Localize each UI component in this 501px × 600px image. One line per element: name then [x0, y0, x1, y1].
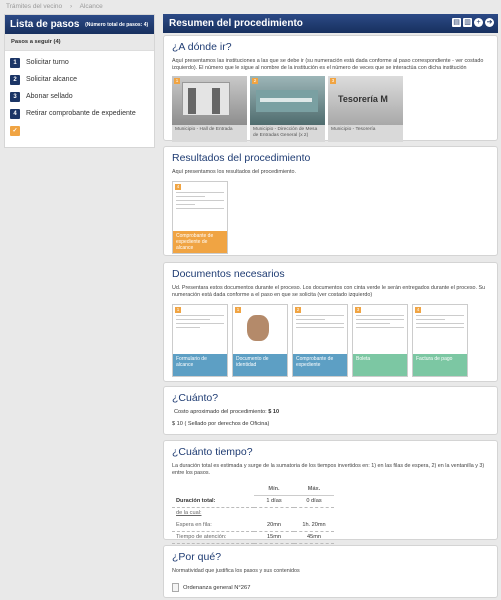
plus-icon[interactable]: + [474, 18, 483, 27]
place-card-2[interactable]: 2 Municipio - Dirección de Mesa de Entra… [250, 76, 325, 142]
where-to-go-section: ¿A dónde ir? Aquí presentamos las instit… [163, 35, 498, 142]
print-icon[interactable]: ▤ [452, 18, 461, 27]
document-icon [172, 583, 179, 592]
document-number: 1 [235, 307, 241, 313]
cost-total: Costo aproximado del procedimiento: $ 10 [174, 409, 489, 415]
summary-header: Resumen del procedimiento ▤ ▥ + ➔ [163, 14, 498, 33]
section-title: ¿Por qué? [172, 551, 222, 563]
breadcrumb-link-tramites[interactable]: Trámites del vecino [6, 3, 62, 10]
sidebar-title: Lista de pasos [10, 19, 80, 30]
cost-label: Costo aproximado del procedimiento: [174, 409, 267, 415]
cost-detail: $ 10 ( Sellado por derechos de Oficina) [172, 421, 270, 427]
document-caption: Documento de identidad [233, 354, 287, 376]
document-caption: Formulario de alcance [173, 354, 227, 376]
place-card-3[interactable]: Tesorería M 3 Municipio - Tesorería [328, 76, 403, 142]
section-text: Aquí presentamos los resultados del proc… [172, 169, 297, 175]
table-row: Espera en fila: 20mn 1h. 20mn [172, 519, 334, 531]
step-label: Retirar comprobante de expediente [26, 110, 136, 117]
step-label: Abonar sellado [26, 93, 73, 100]
summary-header-wrap: Resumen del procedimiento ▤ ▥ + ➔ [163, 14, 498, 33]
step-item-complete[interactable]: ✓ [5, 122, 154, 139]
document-number: 4 [415, 307, 421, 313]
steps-heading: Pasos a seguir (4) [5, 34, 154, 51]
document-caption: Comprobante de expediente [293, 354, 347, 376]
summary-title: Resumen del procedimiento [169, 18, 303, 29]
breadcrumb-separator: › [69, 3, 73, 10]
step-label: Solicitar alcance [26, 76, 77, 83]
section-text: Normatividad que justifica los pasos y s… [172, 568, 300, 574]
step-item-3[interactable]: 3 Abonar sellado [5, 88, 154, 105]
section-title: Resultados del procedimiento [172, 152, 311, 164]
breadcrumb: Trámites del vecino › Alcance [6, 3, 109, 10]
table-row: Tiempo de atención: 15mn 45mn [172, 531, 334, 543]
result-document[interactable]: 4 Comprobante de expediente de alcance [172, 181, 228, 254]
steps-sidebar: Lista de pasos (Número total de pasos: 4… [4, 14, 155, 148]
table-row: Duración total: 1 días 0 días [172, 495, 334, 507]
arrow-right-icon[interactable]: ➔ [485, 18, 494, 27]
results-section: Resultados del procedimiento Aquí presen… [163, 146, 498, 256]
document-card-2[interactable]: 1 Documento de identidad [232, 304, 288, 377]
section-text: La duración total es estimada y surge de… [172, 463, 485, 476]
document-caption: Comprobante de expediente de alcance [173, 231, 227, 253]
step-number: 3 [10, 91, 20, 102]
step-item-2[interactable]: 2 Solicitar alcance [5, 71, 154, 88]
check-icon: ✓ [10, 125, 20, 136]
cost-value: $ 10 [268, 409, 280, 415]
col-max: Máx. [294, 483, 334, 496]
document-icon[interactable]: ▥ [463, 18, 472, 27]
section-title: ¿Cuánto? [172, 392, 219, 404]
toolbar: ▤ ▥ + ➔ [452, 18, 494, 27]
document-card-4[interactable]: 3 Boleta [352, 304, 408, 377]
document-number: 2 [295, 307, 301, 313]
document-caption: Boleta [353, 354, 407, 376]
place-caption: Municipio - Hall de Entrada [172, 125, 247, 142]
place-caption: Municipio - Dirección de Mesa de Entrada… [250, 125, 325, 142]
step-label: Solicitar turno [26, 59, 69, 66]
breadcrumb-current: Alcance [79, 3, 103, 10]
ordinance-link[interactable]: Ordenanza general N°267 [172, 583, 489, 592]
section-text: Aquí presentamos las instituciones a las… [172, 58, 484, 71]
document-card-5[interactable]: 4 Factura de pago [412, 304, 468, 377]
section-text: Ud. Presentara estos documentos durante … [172, 285, 486, 298]
place-photo: Tesorería M 3 [328, 76, 403, 125]
required-documents-section: Documentos necesarios Ud. Presentara est… [163, 262, 498, 382]
table-row: de la cual: [176, 510, 202, 517]
section-title: ¿A dónde ir? [172, 41, 232, 53]
step-number: 2 [10, 74, 20, 85]
why-section: ¿Por qué? Normatividad que justifica los… [163, 545, 498, 598]
document-number: 1 [175, 307, 181, 313]
step-item-1[interactable]: 1 Solicitar turno [5, 54, 154, 71]
place-card-1[interactable]: 1 Municipio - Hall de Entrada [172, 76, 247, 142]
place-photo: 1 [172, 76, 247, 125]
col-min: Mín. [254, 483, 294, 496]
place-number: 2 [252, 78, 258, 84]
ordinance-label: Ordenanza general N°267 [183, 584, 251, 591]
step-item-4[interactable]: 4 Retirar comprobante de expediente [5, 105, 154, 122]
step-number: 1 [10, 57, 20, 68]
section-title: ¿Cuánto tiempo? [172, 446, 253, 458]
time-table: Mín. Máx. Duración total: 1 días 0 días … [172, 483, 334, 544]
sign-text: Tesorería M [338, 94, 388, 104]
step-number: 4 [10, 108, 20, 119]
section-title: Documentos necesarios [172, 268, 285, 280]
place-photo: 2 [250, 76, 325, 125]
sidebar-subtitle: (Número total de pasos: 4) [85, 22, 149, 28]
place-caption: Municipio - Tesorería [328, 125, 403, 142]
cost-section: ¿Cuánto? Costo aproximado del procedimie… [163, 386, 498, 435]
place-number: 3 [330, 78, 336, 84]
document-caption: Factura de pago [413, 354, 467, 376]
document-card-1[interactable]: 1 Formulario de alcance [172, 304, 228, 377]
place-number: 1 [174, 78, 180, 84]
document-number: 3 [355, 307, 361, 313]
sidebar-header: Lista de pasos (Número total de pasos: 4… [5, 15, 154, 34]
time-section: ¿Cuánto tiempo? La duración total es est… [163, 440, 498, 543]
document-card-3[interactable]: 2 Comprobante de expediente [292, 304, 348, 377]
document-number: 4 [175, 184, 181, 190]
